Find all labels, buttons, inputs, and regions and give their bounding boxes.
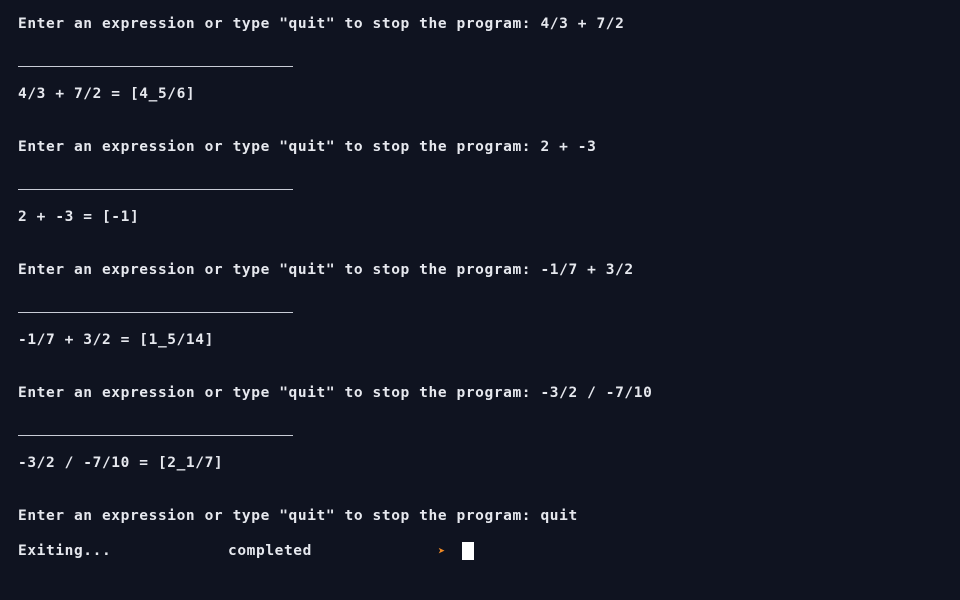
block-cursor[interactable] (462, 542, 474, 560)
prompt-line: Enter an expression or type "quit" to st… (18, 139, 597, 155)
terminal-window[interactable]: Enter an expression or type "quit" to st… (0, 0, 960, 600)
chevron-right-icon: ➤ (438, 544, 446, 558)
separator-rule (18, 312, 293, 313)
result-line: -1/7 + 3/2 = [1_5/14] (18, 332, 214, 348)
prompt-line: Enter an expression or type "quit" to st… (18, 385, 653, 401)
separator-rule (18, 435, 293, 436)
exit-row: Exiting... completed ➤ (18, 542, 474, 560)
separator-rule (18, 189, 293, 190)
result-line: -3/2 / -7/10 = [2_1/7] (18, 455, 224, 471)
result-line: 2 + -3 = [-1] (18, 209, 140, 225)
status-text: completed (228, 543, 312, 559)
separator-rule (18, 66, 293, 67)
prompt-line: Enter an expression or type "quit" to st… (18, 262, 634, 278)
result-line: 4/3 + 7/2 = [4_5/6] (18, 86, 196, 102)
final-prompt-line: Enter an expression or type "quit" to st… (18, 508, 578, 524)
exit-message: Exiting... (18, 543, 112, 559)
prompt-line: Enter an expression or type "quit" to st… (18, 16, 625, 32)
